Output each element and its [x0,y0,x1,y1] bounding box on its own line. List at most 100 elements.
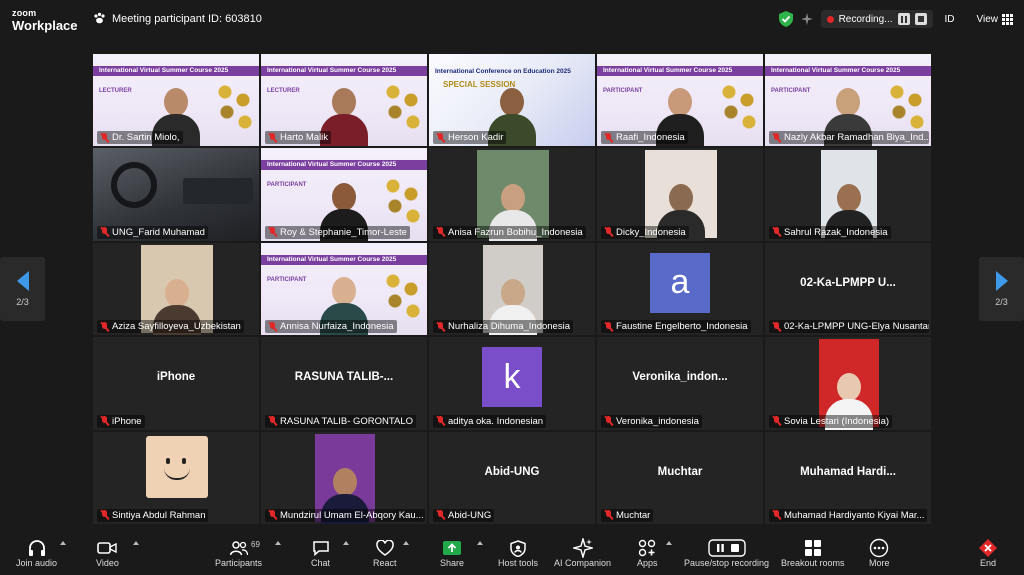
video-options-caret-icon[interactable] [133,541,139,545]
more-dots-icon [870,538,889,558]
participant-tile[interactable]: Mundzirul Umam El-Abqory Kau... [260,430,428,525]
chat-label: Chat [311,558,331,568]
display-name: Muchtar [657,465,703,478]
mic-muted-icon [604,227,613,237]
participant-name-text: Sahrul Razak_Indonesia [784,226,888,238]
recording-label: Recording... [838,13,893,25]
participant-tile[interactable]: International Virtual Summer Course 2025… [260,53,428,148]
participant-name-text: Nurhaliza Dihuma_Indonesia [448,321,570,333]
video-camera-icon [97,542,118,554]
participant-tile[interactable]: Muchtar Muchtar [596,430,764,525]
top-bar: zoom Workplace Meeting participant ID: 6… [0,0,1024,40]
more-button[interactable]: More [869,538,890,568]
poster-badge: LECTURER [99,88,132,94]
participant-name-text: Mundzirul Umam El-Abqory Kau... [280,509,424,521]
participant-name-text: Anisa Fazrun Bobihu_Indonesia [448,226,583,238]
participant-tile[interactable]: Veronika_indon... Veronika_indonesia [596,336,764,431]
participant-name: Sahrul Razak_Indonesia [769,225,891,239]
display-name: Veronika_indon... [632,371,728,384]
participant-tile[interactable]: Sovia Lestari (Indonesia) [764,336,932,431]
participant-tile[interactable]: 02-Ka-LPMPP U... 02-Ka-LPMPP UNG-Elya Nus… [764,241,932,337]
pause-recording-icon[interactable] [897,13,910,25]
participant-tile[interactable]: International Virtual Summer Course 2025… [260,147,428,242]
participant-tile[interactable]: International Virtual Summer Course 2025… [260,241,428,337]
view-button[interactable]: View [977,14,1013,25]
participants-options-caret-icon[interactable] [275,541,281,545]
participant-tile[interactable]: Muhamad Hardi... Muhamad Hardiyanto Kiyai… [764,430,932,525]
participant-name: Abid-UNG [433,508,495,522]
participant-tile[interactable]: International Virtual Summer Course 2025… [596,53,764,148]
poster-badge: PARTICIPANT [267,182,307,189]
participant-tile[interactable]: Anisa Fazrun Bobihu_Indonesia [428,147,596,242]
participant-tile[interactable]: RASUNA TALIB-... RASUNA TALIB- GORONTALO [260,336,428,431]
participant-tile[interactable]: UNG_Farid Muhamad [92,147,260,242]
mic-muted-icon [604,321,613,332]
ai-sparkle-icon [572,538,593,558]
participant-tile[interactable]: Sahrul Razak_Indonesia [764,147,932,242]
video-button[interactable]: Video [96,538,119,568]
poster-title: International Conference on Education 20… [435,68,571,75]
mic-muted-icon [100,510,109,520]
participant-tile[interactable]: Dicky_Indonesia [596,147,764,242]
mic-muted-icon [268,510,277,520]
display-name: RASUNA TALIB-... [294,371,394,384]
share-button[interactable]: Share [440,538,464,568]
previous-page-button[interactable]: 2/3 [0,257,45,321]
participant-tile[interactable]: a Faustine Engelberto_Indonesia [596,241,764,337]
apps-button[interactable]: Apps [637,538,658,568]
host-tools-button[interactable]: Host tools [498,538,538,568]
participants-count: 69 [251,540,260,549]
hexagon-decoration [383,82,423,132]
react-options-caret-icon[interactable] [403,541,409,545]
participant-name: Sintiya Abdul Rahman [97,508,209,522]
mic-muted-icon [436,321,445,332]
next-page-button[interactable]: 2/3 [979,257,1024,321]
poster-title: International Virtual Summer Course 2025 [267,255,397,263]
participant-tile[interactable]: iPhone iPhone [92,336,260,431]
apps-icon [639,539,656,557]
paw-icon [94,12,105,24]
apps-options-caret-icon[interactable] [666,541,672,545]
participant-name: Dr. Sartin Miolo, [97,131,183,145]
sparkle-icon[interactable] [800,13,813,25]
participant-name: Anisa Fazrun Bobihu_Indonesia [433,225,586,239]
chat-button[interactable]: Chat [311,538,330,568]
chat-bubble-icon [312,541,329,556]
language-indicator[interactable]: ID [945,14,955,25]
end-meeting-button[interactable]: End [978,538,998,568]
poster-badge: PARTICIPANT [267,276,307,283]
pause-stop-recording-button[interactable]: Pause/stop recording [684,538,769,568]
join-audio-button[interactable]: Join audio [16,538,57,568]
breakout-rooms-button[interactable]: Breakout rooms [781,538,845,568]
participant-name-text: aditya oka. Indonesian [448,415,544,427]
ai-companion-label: AI Companion [554,558,612,568]
participants-label: Participants [215,558,263,568]
participant-tile[interactable]: International Virtual Summer Course 2025… [92,53,260,148]
participant-tile[interactable]: Nurhaliza Dihuma_Indonesia [428,241,596,337]
react-button[interactable]: React [373,538,397,568]
participant-name-text: Aziza Sayfilloyeva_Uzbekistan [112,321,241,333]
participant-tile[interactable]: Sintiya Abdul Rahman [92,430,260,525]
ai-companion-button[interactable]: AI Companion [554,538,611,568]
mic-muted-icon [436,227,445,237]
hexagon-decoration [719,82,759,132]
mic-muted-icon [604,416,613,426]
participant-tile[interactable]: k aditya oka. Indonesian [428,336,596,431]
participant-tile[interactable]: International Conference on Education 20… [428,53,596,148]
participant-tile[interactable]: Abid-UNG Abid-UNG [428,430,596,525]
participant-tile[interactable]: International Virtual Summer Course 2025… [764,53,932,148]
recording-indicator[interactable]: Recording... [820,10,933,28]
participant-name: Herson Kadir [433,131,507,145]
end-label: End [979,558,996,568]
mic-muted-icon [772,321,781,332]
share-options-caret-icon[interactable] [477,541,483,545]
chat-options-caret-icon[interactable] [343,541,349,545]
shield-check-icon[interactable] [778,11,793,27]
page-indicator-left: 2/3 [16,297,29,307]
avatar-letter: a [670,263,690,302]
participant-tile[interactable]: Aziza Sayfilloyeva_Uzbekistan [92,241,260,337]
meeting-info[interactable]: Meeting participant ID: 603810 [93,12,262,25]
stop-recording-icon[interactable] [914,13,927,25]
apps-label: Apps [637,558,658,568]
audio-options-caret-icon[interactable] [60,541,66,545]
